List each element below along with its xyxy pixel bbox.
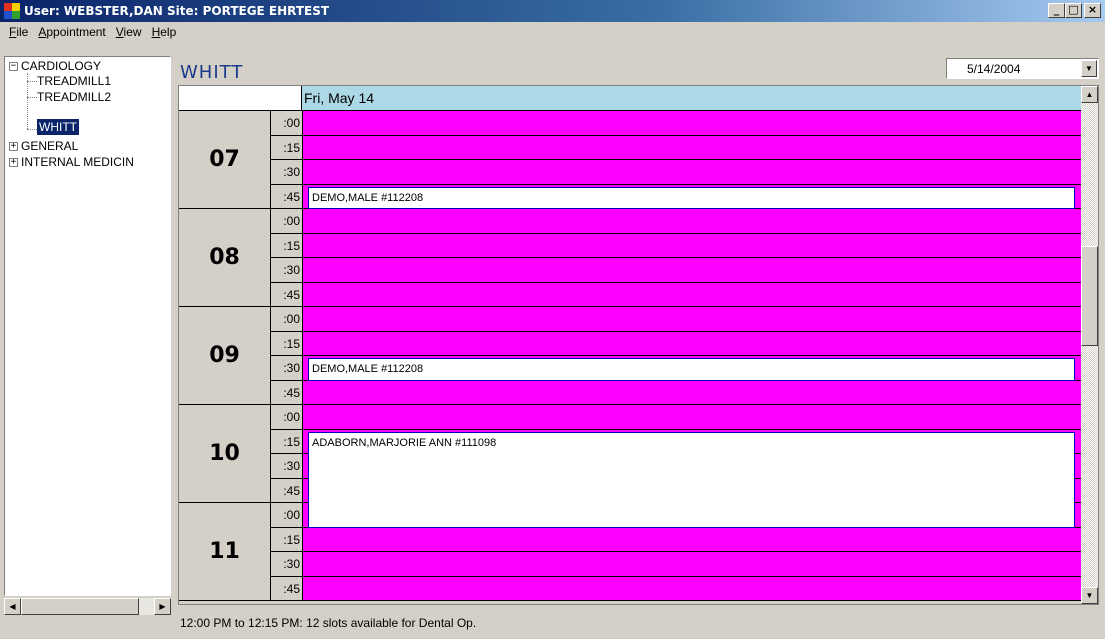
minute-label: :15 xyxy=(270,527,302,552)
calendar-vertical-scrollbar[interactable]: ▲ ▼ xyxy=(1081,86,1098,604)
hour-block: 11 :00:15:30:45 xyxy=(179,503,302,601)
hour-block: 10 :00:15:30:45 xyxy=(179,405,302,503)
minute-label: :00 xyxy=(270,405,302,430)
hour-label: 08 xyxy=(209,245,240,270)
time-slot[interactable] xyxy=(302,331,1081,356)
time-slot[interactable] xyxy=(302,135,1081,160)
time-slot[interactable] xyxy=(302,111,1081,136)
minute-label: :00 xyxy=(270,111,302,136)
appointment-block[interactable]: DEMO,MALE #112208 xyxy=(308,358,1075,381)
hour-label: 11 xyxy=(209,539,240,564)
resource-title: WHITT xyxy=(180,62,244,83)
tree-node-internal-medicine[interactable]: INTERNAL MEDICIN xyxy=(21,154,134,170)
minute-label: :30 xyxy=(270,454,302,479)
time-slot[interactable] xyxy=(302,405,1081,430)
scroll-thumb[interactable] xyxy=(1081,246,1098,346)
minute-label: :30 xyxy=(270,258,302,283)
time-slot[interactable] xyxy=(302,380,1081,405)
scroll-left-button[interactable]: ◀ xyxy=(4,598,21,615)
minute-label: :15 xyxy=(270,135,302,160)
minute-label: :00 xyxy=(270,503,302,528)
tree-node-cardiology[interactable]: CARDIOLOGY xyxy=(21,58,101,74)
minute-label: :15 xyxy=(270,429,302,454)
menu-view[interactable]: View xyxy=(111,25,147,39)
minute-label: :45 xyxy=(270,576,302,601)
menu-file[interactable]: File xyxy=(4,25,33,39)
hour-label: 10 xyxy=(209,441,240,466)
tree-node-general[interactable]: GENERAL xyxy=(21,138,78,154)
hour-block: 07 :00:15:30:45 xyxy=(179,111,302,209)
hour-label: 09 xyxy=(209,343,240,368)
minute-label: :00 xyxy=(270,307,302,332)
header-corner xyxy=(179,86,302,111)
close-button[interactable]: × xyxy=(1084,3,1101,18)
scroll-right-button[interactable]: ▶ xyxy=(154,598,171,615)
time-slot[interactable] xyxy=(302,282,1081,307)
appointment-block[interactable]: DEMO,MALE #112208 xyxy=(308,186,1075,209)
minute-label: :15 xyxy=(270,331,302,356)
dropdown-arrow-icon[interactable]: ▼ xyxy=(1081,60,1097,77)
time-slot[interactable] xyxy=(302,209,1081,234)
date-selector[interactable]: 5/14/2004 ▼ xyxy=(946,58,1099,79)
scroll-up-button[interactable]: ▲ xyxy=(1081,86,1098,103)
time-slot[interactable] xyxy=(302,258,1081,283)
appointment-block[interactable]: ADABORN,MARJORIE ANN #111098 xyxy=(308,431,1075,528)
hour-block: 09 :00:15:30:45 xyxy=(179,307,302,405)
window-title: User: WEBSTER,DAN Site: PORTEGE EHRTEST xyxy=(24,4,330,18)
minimize-button[interactable]: _ xyxy=(1048,3,1065,18)
menu-help[interactable]: Help xyxy=(147,25,182,39)
scroll-down-button[interactable]: ▼ xyxy=(1081,587,1098,604)
scroll-thumb[interactable] xyxy=(21,598,139,615)
hour-block: 08 :00:15:30:45 xyxy=(179,209,302,307)
minute-label: :45 xyxy=(270,380,302,405)
time-slot[interactable] xyxy=(302,307,1081,332)
minute-label: :30 xyxy=(270,160,302,185)
day-header: Fri, May 14 xyxy=(302,86,1081,111)
expand-icon[interactable]: + xyxy=(9,142,18,151)
date-value: 5/14/2004 xyxy=(967,62,1021,76)
tree-horizontal-scrollbar[interactable]: ◀ ▶ xyxy=(4,598,171,615)
menu-bar: File Appointment View Help xyxy=(0,22,1105,42)
status-text: 12:00 PM to 12:15 PM: 12 slots available… xyxy=(180,616,477,630)
expand-icon[interactable]: + xyxy=(9,158,18,167)
time-slot[interactable] xyxy=(302,552,1081,577)
menu-appointment[interactable]: Appointment xyxy=(33,25,110,39)
minute-label: :15 xyxy=(270,233,302,258)
time-slot[interactable] xyxy=(302,160,1081,185)
app-icon xyxy=(4,3,20,19)
hour-label: 07 xyxy=(209,147,240,172)
time-slot[interactable] xyxy=(302,576,1081,601)
minute-label: :45 xyxy=(270,282,302,307)
time-slot[interactable] xyxy=(302,233,1081,258)
day-schedule-grid[interactable]: Fri, May 14 07:00:15:30:45 08:00:15:30:45… xyxy=(178,85,1099,605)
resource-tree[interactable]: − CARDIOLOGY TREADMILL1 TREADMILL2 WHITT… xyxy=(4,56,171,596)
minute-label: :30 xyxy=(270,356,302,381)
collapse-icon[interactable]: − xyxy=(9,62,18,71)
maximize-button[interactable]: □ xyxy=(1065,3,1082,18)
tree-node-treadmill1[interactable]: TREADMILL1 xyxy=(37,73,111,89)
tree-node-treadmill2[interactable]: TREADMILL2 xyxy=(37,89,111,105)
tree-node-whitt[interactable]: WHITT xyxy=(37,119,79,135)
minute-label: :00 xyxy=(270,209,302,234)
minute-label: :45 xyxy=(270,184,302,209)
time-slot[interactable] xyxy=(302,527,1081,552)
minute-label: :45 xyxy=(270,478,302,503)
minute-label: :30 xyxy=(270,552,302,577)
title-bar: User: WEBSTER,DAN Site: PORTEGE EHRTEST … xyxy=(0,0,1105,22)
